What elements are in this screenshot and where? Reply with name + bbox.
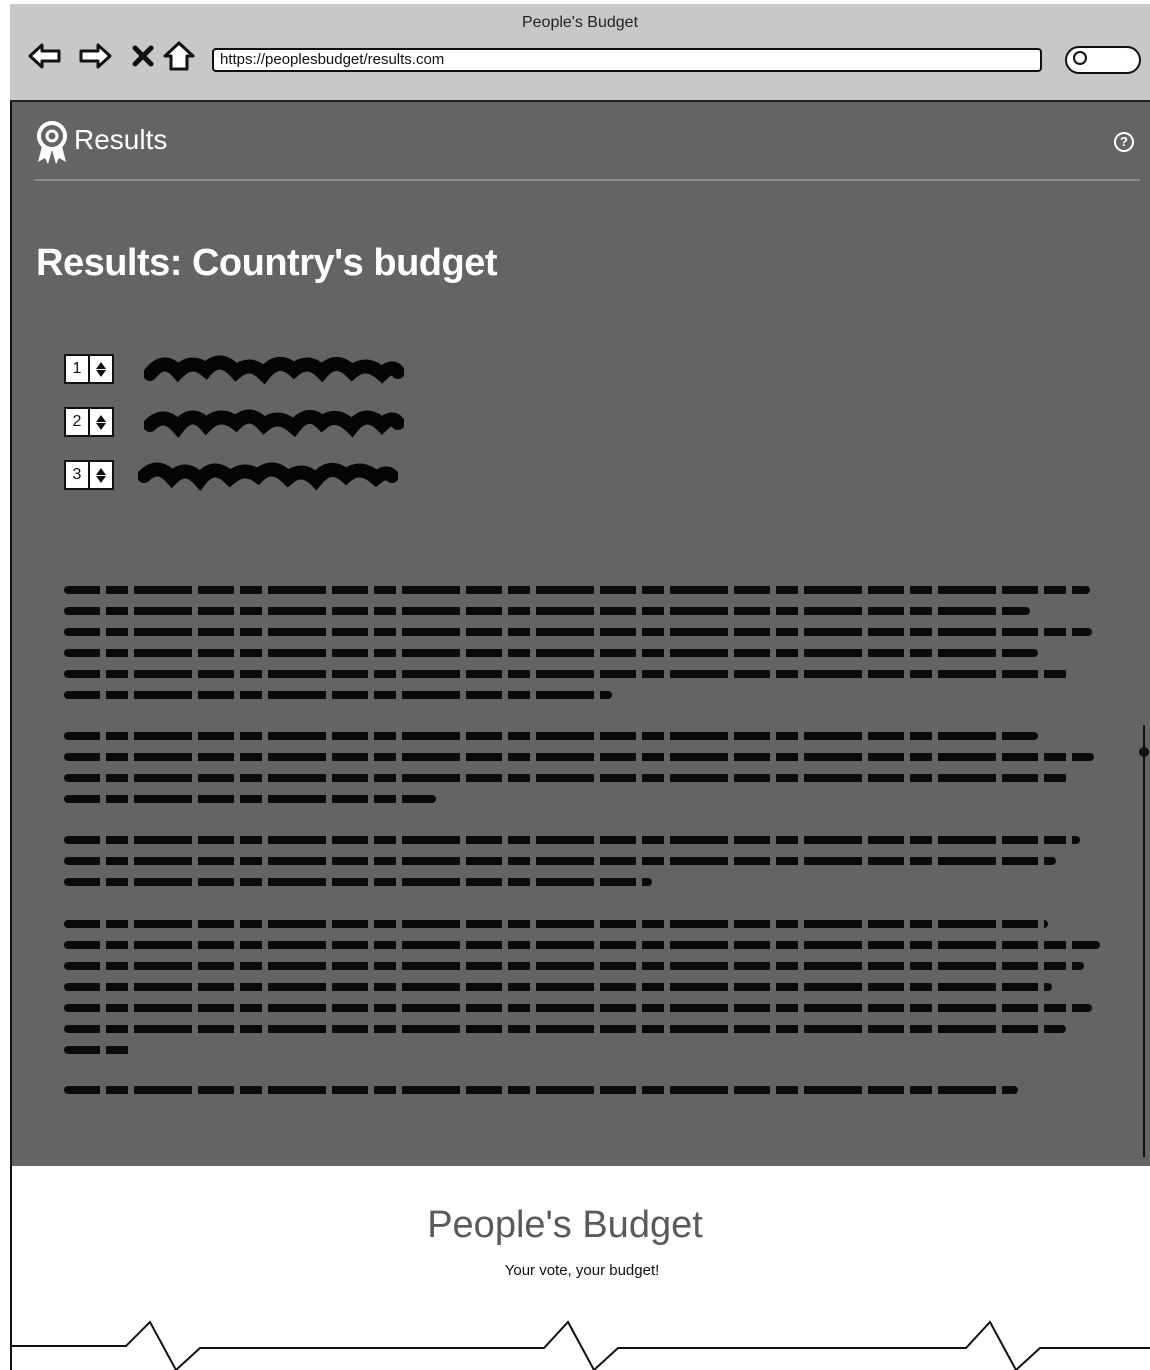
footer-tagline: Your vote, your budget! (504, 1262, 660, 1279)
ranking-item: 1 (64, 354, 404, 385)
redacted-paragraph (64, 1086, 1104, 1107)
header-divider (34, 179, 1140, 181)
redacted-paragraph (64, 920, 1104, 1067)
rank-number: 3 (66, 462, 90, 488)
footer-brand: People's Budget (427, 1204, 703, 1246)
stepper-down-icon[interactable] (96, 475, 106, 483)
window-title: People's Budget (521, 14, 639, 31)
stepper-up-icon[interactable] (96, 414, 106, 422)
scrollbar-thumb[interactable] (1139, 747, 1149, 757)
redacted-label (144, 355, 404, 385)
scrollbar[interactable] (1143, 725, 1145, 1157)
header-title: Results (74, 124, 168, 155)
stepper-down-icon[interactable] (96, 422, 106, 430)
url-field[interactable]: https://peoplesbudget/results.com (212, 48, 1042, 72)
stepper-up-icon[interactable] (96, 467, 106, 475)
help-icon[interactable]: ? (1114, 132, 1134, 152)
rank-stepper[interactable]: 2 (64, 407, 114, 437)
back-arrow-icon[interactable] (28, 38, 62, 74)
redacted-label (138, 462, 398, 491)
rank-stepper[interactable]: 1 (64, 354, 114, 384)
stepper-up-icon[interactable] (96, 361, 106, 369)
torn-edge (10, 1320, 1150, 1370)
stepper-down-icon[interactable] (96, 369, 106, 377)
rank-stepper[interactable]: 3 (64, 460, 114, 490)
ranking-item: 3 (64, 460, 398, 491)
redacted-label (144, 409, 404, 438)
browser-chrome: People's Budget https://peoplesbudget/re… (10, 4, 1150, 102)
browser-search-field[interactable] (1065, 46, 1141, 74)
rank-number: 2 (66, 409, 90, 435)
redacted-paragraph (64, 732, 1104, 816)
page-title: Results: Country's budget (36, 242, 498, 284)
stop-icon[interactable] (126, 38, 160, 74)
redacted-paragraph (64, 586, 1104, 712)
redacted-paragraph (64, 836, 1104, 899)
award-icon (37, 121, 67, 164)
ranking-item: 2 (64, 407, 404, 438)
search-icon (1073, 51, 1087, 65)
forward-arrow-icon[interactable] (78, 38, 112, 74)
rank-number: 1 (66, 356, 90, 382)
home-icon[interactable] (162, 38, 196, 74)
